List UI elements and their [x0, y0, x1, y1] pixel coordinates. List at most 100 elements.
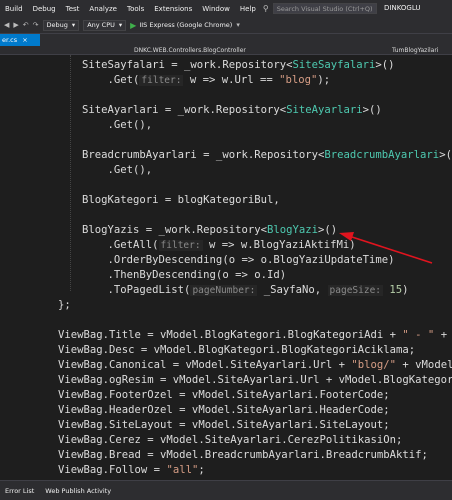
document-tab-strip: er.cs × — [0, 34, 452, 46]
menu-analyze[interactable]: Analyze — [84, 5, 122, 13]
code-token: ViewBag.HeaderOzel = vModel.SiteAyarlari… — [58, 404, 390, 416]
code-token: .Get(), — [82, 119, 153, 131]
code-token: 15 — [389, 284, 403, 296]
code-line[interactable]: ViewBag.Title = vModel.BlogKategori.Blog… — [58, 328, 452, 343]
undo-icon[interactable]: ↶ — [23, 21, 29, 29]
code-line[interactable]: ViewBag.Bread = vModel.BreadcrumbAyarlar… — [58, 448, 428, 463]
code-line[interactable]: ViewBag.Desc = vModel.BlogKategori.BlogK… — [58, 343, 415, 358]
code-line[interactable]: BreadcrumbAyarlari = _work.Repository<Br… — [82, 148, 452, 163]
menu-tools[interactable]: Tools — [122, 5, 149, 13]
code-line[interactable]: SiteAyarlari = _work.Repository<SiteAyar… — [82, 103, 382, 118]
code-token: SiteAyarlari = _work.Repository< — [82, 104, 287, 116]
code-token: w => w.Url == — [183, 74, 280, 86]
code-token: BreadcrumbAyarlari = _work.Repository< — [82, 149, 325, 161]
code-token: ViewBag.ogResim = vModel.SiteAyarlari.Ur… — [58, 374, 452, 386]
search-input[interactable]: Search Visual Studio (Ctrl+Q) — [272, 3, 377, 14]
menu-debug[interactable]: Debug — [28, 5, 61, 13]
code-line[interactable]: .Get(), — [82, 118, 153, 133]
back-icon[interactable]: ◀ — [4, 21, 9, 29]
code-token: .ThenByDescending(o => o.Id) — [82, 269, 287, 281]
code-token: _SayfaNo, — [257, 284, 328, 296]
error-list-tab[interactable]: Error List — [5, 487, 34, 495]
code-token: SiteSayfalari = _work.Repository< — [82, 59, 293, 71]
code-token: ViewBag.Title = vModel.BlogKategori.Blog… — [58, 329, 403, 341]
type-navigation-dropdown[interactable]: DNKC.WEB.Controllers.BlogController — [134, 46, 246, 55]
tab-active-document[interactable]: er.cs × — [0, 34, 40, 46]
code-token: "blog" — [279, 74, 318, 86]
configuration-dropdown[interactable]: Debug ▾ — [42, 19, 80, 31]
code-line[interactable]: ViewBag.FooterOzel = vModel.SiteAyarlari… — [58, 388, 390, 403]
code-line[interactable]: .OrderByDescending(o => o.BlogYaziUpdate… — [82, 253, 395, 268]
code-token: ); — [317, 74, 331, 86]
code-token: .Get( — [82, 74, 140, 86]
code-token: >() — [375, 59, 395, 71]
code-token: ViewBag.Canonical = vModel.SiteAyarlari.… — [58, 359, 352, 371]
chevron-down-icon: ▾ — [71, 21, 76, 29]
code-token: ViewBag.Desc = vModel.BlogKategori.BlogK… — [58, 344, 416, 356]
forward-icon[interactable]: ▶ — [13, 21, 18, 29]
code-token: BlogKategori = blogKategoriBul, — [82, 194, 280, 206]
code-token: .ToPagedList( — [82, 284, 191, 296]
code-token: ViewBag.FooterOzel = vModel.SiteAyarlari… — [58, 389, 390, 401]
code-line[interactable]: BlogYazis = _work.Repository<BlogYazi>() — [82, 223, 337, 238]
parameter-hint: filter: — [139, 75, 184, 86]
code-token: >() — [362, 104, 382, 116]
code-line[interactable]: ViewBag.HeaderOzel = vModel.SiteAyarlari… — [58, 403, 390, 418]
status-bar: Error List Web Publish Activity — [0, 480, 452, 500]
code-token: ViewBag.Bread = vModel.BreadcrumbAyarlar… — [58, 449, 428, 461]
code-line[interactable]: .ThenByDescending(o => o.Id) — [82, 268, 287, 283]
code-token: ViewBag.SiteLayout = vModel.SiteAyarlari… — [58, 419, 390, 431]
web-publish-activity-tab[interactable]: Web Publish Activity — [45, 487, 111, 495]
code-token: "all" — [166, 464, 199, 476]
menu-window[interactable]: Window — [197, 5, 235, 13]
code-token: BlogYazis = _work.Repository< — [82, 224, 267, 236]
run-target-button[interactable]: IIS Express (Google Chrome) — [139, 21, 232, 29]
indent-guide — [70, 55, 71, 291]
play-icon[interactable]: ▶ — [130, 21, 136, 30]
code-line[interactable]: BlogKategori = blogKategoriBul, — [82, 193, 280, 208]
code-line[interactable]: }; — [58, 298, 71, 313]
navigation-bar: DNKC.WEB.Controllers.BlogController TumB… — [0, 46, 452, 55]
code-token: + vModel.B — [402, 359, 452, 371]
editor-margin — [0, 55, 38, 480]
parameter-hint: pageNumber: — [190, 285, 258, 296]
chevron-down-icon[interactable]: ▾ — [236, 21, 240, 29]
code-token: ) — [402, 284, 409, 296]
code-line[interactable]: ViewBag.ogResim = vModel.SiteAyarlari.Ur… — [58, 373, 452, 388]
member-navigation-dropdown[interactable]: TumBlogYazilari — [392, 46, 438, 55]
code-token: ; — [198, 464, 205, 476]
menu-test[interactable]: Test — [61, 5, 85, 13]
code-token: ViewBag.Cerez = vModel.SiteAyarlari.Cere… — [58, 434, 403, 446]
code-line[interactable]: ViewBag.SiteLayout = vModel.SiteAyarlari… — [58, 418, 390, 433]
code-token: }; — [58, 299, 71, 311]
configuration-value: Debug — [46, 21, 68, 29]
code-token: + vM — [440, 329, 448, 341]
code-token: SiteAyarlari — [286, 104, 363, 116]
code-token: "blog/" — [351, 359, 397, 371]
redo-icon[interactable]: ↷ — [33, 21, 39, 29]
code-line[interactable]: .GetAll(filter: w => w.BlogYaziAktifMi) — [82, 238, 356, 253]
code-line[interactable]: ViewBag.Cerez = vModel.SiteAyarlari.Cere… — [58, 433, 402, 448]
platform-dropdown[interactable]: Any CPU ▾ — [83, 19, 127, 31]
code-token: w => w.BlogYaziAktifMi) — [202, 239, 356, 251]
code-line[interactable]: SiteSayfalari = _work.Repository<SiteSay… — [82, 58, 395, 73]
code-token: ViewBag.Follow = — [58, 464, 167, 476]
menu-help[interactable]: Help — [235, 5, 261, 13]
toolbar: ◀ ▶ ↶ ↷ Debug ▾ Any CPU ▾ ▶ IIS Express … — [0, 17, 452, 34]
chevron-down-icon: ▾ — [118, 21, 123, 29]
code-token: .OrderByDescending(o => o.BlogYaziUpdate… — [82, 254, 395, 266]
code-token: >() — [318, 224, 338, 236]
code-line[interactable]: ViewBag.Canonical = vModel.SiteAyarlari.… — [58, 358, 452, 373]
close-icon[interactable]: × — [22, 36, 27, 44]
code-token: .Get(), — [82, 164, 153, 176]
code-line[interactable]: .ToPagedList(pageNumber: _SayfaNo, pageS… — [82, 283, 409, 298]
code-line[interactable]: .Get(filter: w => w.Url == "blog"); — [82, 73, 330, 88]
user-name[interactable]: DINKOGLU — [384, 4, 421, 12]
code-token: " - " — [402, 329, 435, 341]
code-line[interactable]: ViewBag.Follow = "all"; — [58, 463, 205, 478]
menu-build[interactable]: Build — [0, 5, 28, 13]
code-editor[interactable]: SiteSayfalari = _work.Repository<SiteSay… — [0, 55, 452, 480]
code-token: BreadcrumbAyarlari — [324, 149, 440, 161]
code-line[interactable]: .Get(), — [82, 163, 153, 178]
menu-extensions[interactable]: Extensions — [149, 5, 197, 13]
